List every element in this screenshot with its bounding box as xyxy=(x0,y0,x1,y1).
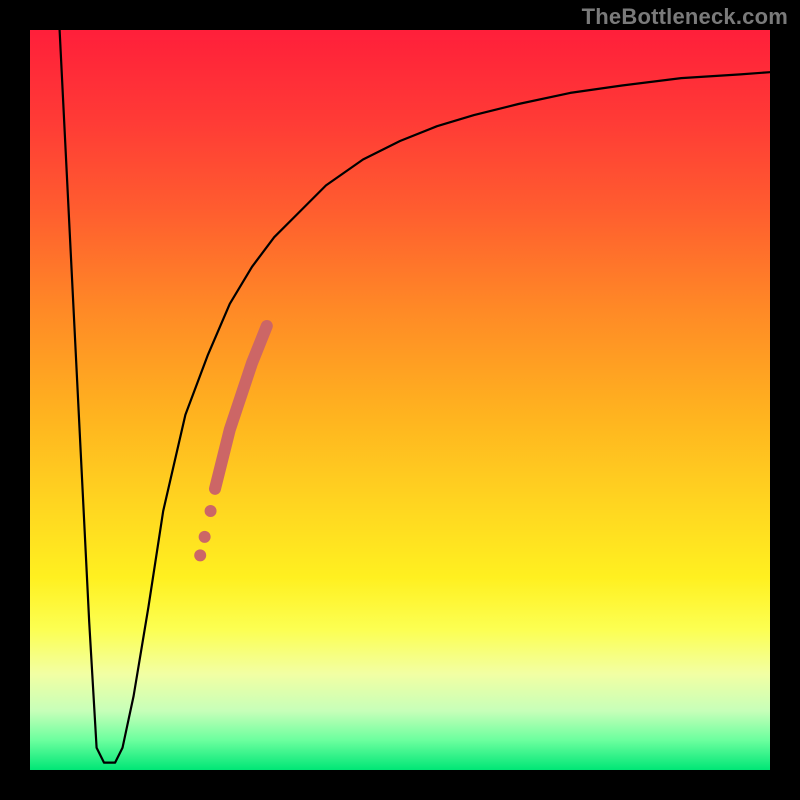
highlight-segment xyxy=(215,326,267,489)
bottleneck-curve xyxy=(60,30,770,763)
plot-area xyxy=(30,30,770,770)
highlight-dot xyxy=(205,505,217,517)
highlight-points xyxy=(194,505,216,561)
highlight-dot xyxy=(194,549,206,561)
chart-frame: TheBottleneck.com xyxy=(0,0,800,800)
highlight-dot xyxy=(199,531,211,543)
watermark-text: TheBottleneck.com xyxy=(582,4,788,30)
curve-layer xyxy=(30,30,770,770)
